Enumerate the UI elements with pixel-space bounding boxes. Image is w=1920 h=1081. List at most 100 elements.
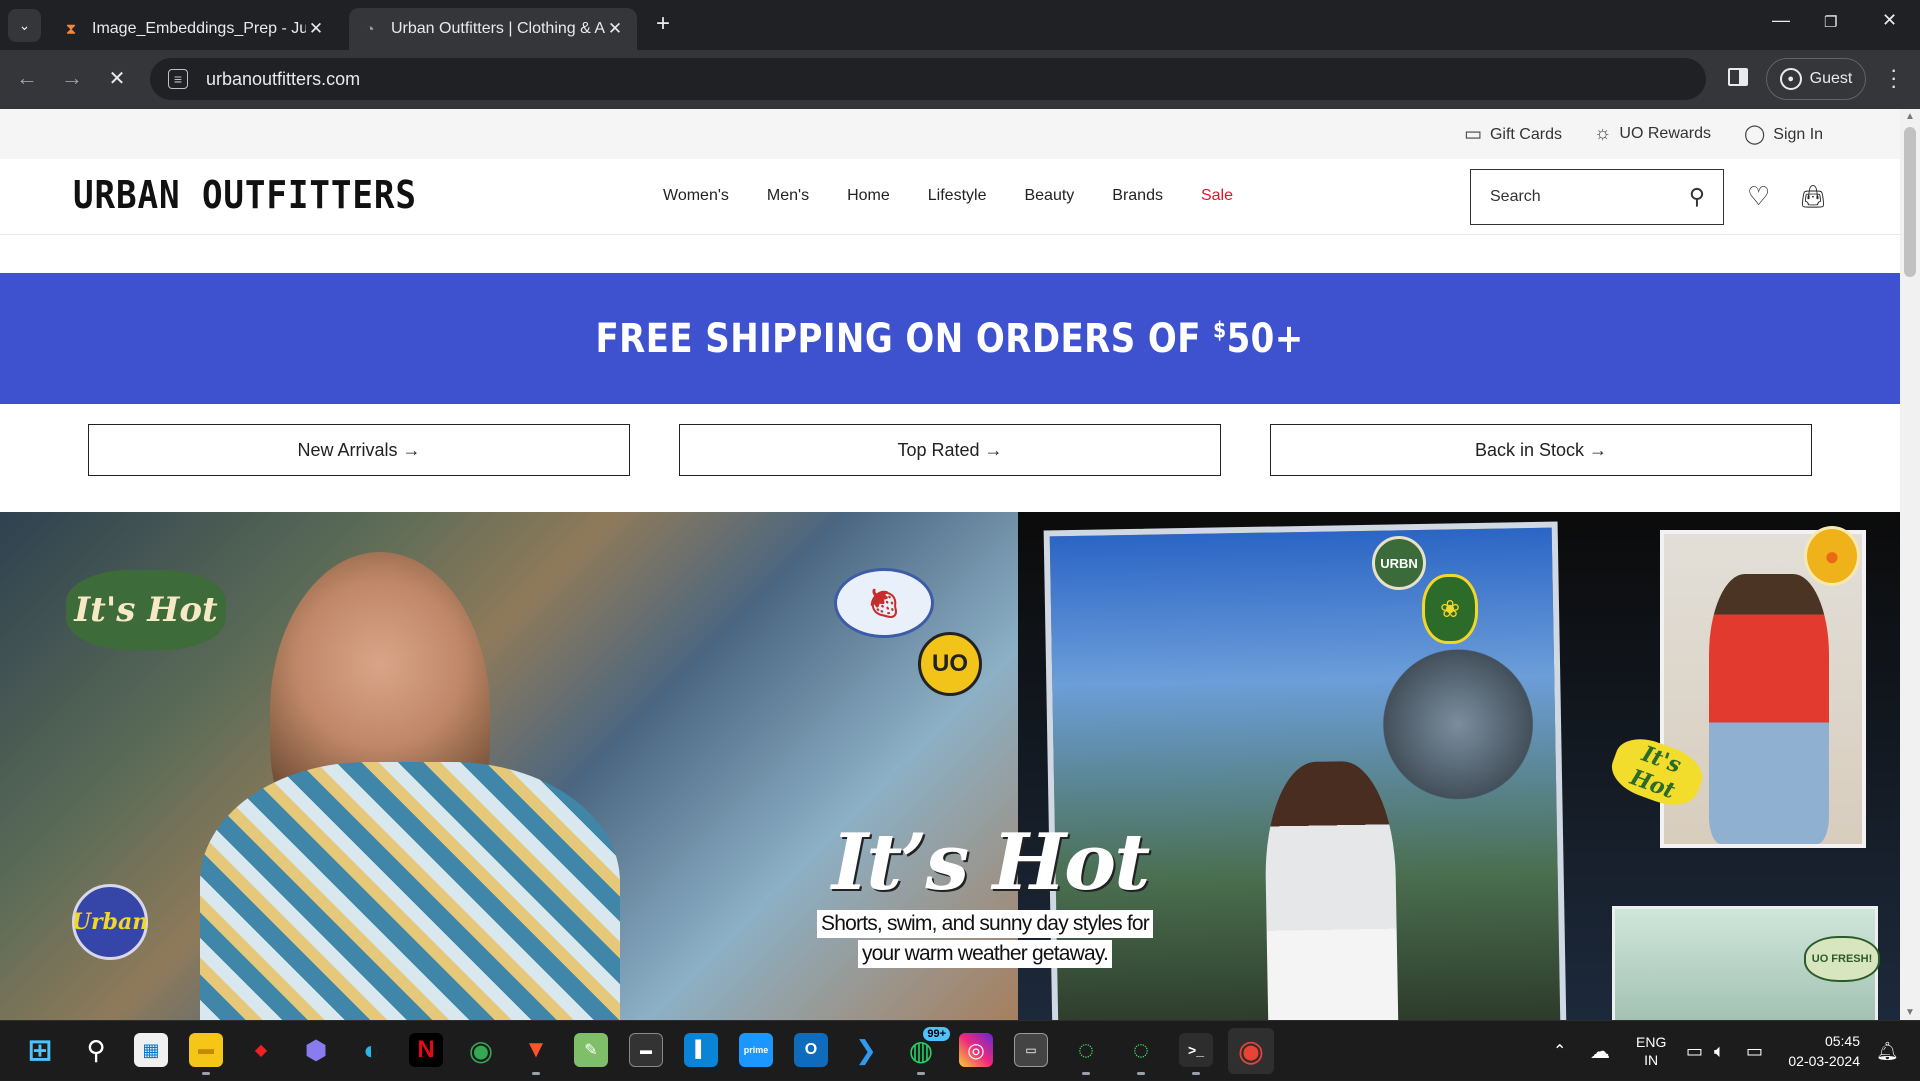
user-icon: ◯	[1744, 124, 1766, 145]
notification-bell-icon[interactable]: 🔔︎	[1876, 1021, 1899, 1081]
app-purple-icon[interactable]: ⬢	[299, 1033, 333, 1067]
scroll-up-icon[interactable]: ▲	[1905, 111, 1915, 122]
sun-icon: ☼	[1594, 123, 1612, 144]
terminal2-icon[interactable]: >_	[1179, 1033, 1213, 1075]
nav-men[interactable]: Men's	[767, 187, 809, 205]
urban-2024-sticker: Urban	[72, 884, 148, 960]
site-header: URBAN OUTFITTERS Women's Men's Home Life…	[0, 159, 1900, 235]
uo-rewards-link[interactable]: ☼ UO Rewards	[1594, 123, 1711, 145]
app-blue-icon[interactable]: ▌	[684, 1033, 718, 1067]
search-icon[interactable]: ⚲	[79, 1033, 113, 1067]
nav-beauty[interactable]: Beauty	[1024, 187, 1074, 205]
netflix-icon[interactable]: N	[409, 1033, 443, 1067]
clock-date: 02-03-2024	[1788, 1053, 1860, 1069]
windows-taskbar: ⊞ ⚲ ▦ ▬ ◆ ⬢ ◐ N ◉ ▼ ✎ ▬ ▌ prime O ❯ ◍ 99+…	[0, 1020, 1920, 1080]
chrome-active-icon[interactable]: ◉	[1228, 1028, 1274, 1074]
page-scrollbar[interactable]: ▲ ▼	[1900, 109, 1920, 1020]
back-icon[interactable]: ←	[12, 65, 42, 91]
nav-sale[interactable]: Sale	[1201, 187, 1233, 205]
patterned-shirt	[200, 762, 620, 1020]
search-icon[interactable]: ⚲	[1689, 184, 1705, 210]
onedrive-icon[interactable]: ☁	[1590, 1021, 1610, 1081]
app-red-icon[interactable]: ◆	[244, 1033, 278, 1067]
main-nav: Women's Men's Home Lifestyle Beauty Bran…	[663, 187, 1271, 205]
red-shirt-figure	[1709, 574, 1829, 844]
new-tab-button[interactable]: +	[650, 12, 676, 38]
hero-subtitle-line1: Shorts, swim, and sunny day styles for	[817, 910, 1153, 938]
side-panel-icon[interactable]	[1728, 68, 1748, 86]
store-icon[interactable]: ▦	[134, 1033, 168, 1067]
new-arrivals-button[interactable]: New Arrivals →	[88, 424, 630, 476]
app-green2-icon[interactable]: ◌	[1124, 1033, 1158, 1075]
scrollbar-thumb[interactable]	[1904, 127, 1916, 277]
sign-in-label: Sign In	[1773, 125, 1824, 143]
its-hot-sticker: It's Hot	[66, 570, 226, 650]
shopping-bag-icon[interactable]: 👜︎	[1799, 184, 1827, 210]
gift-cards-link[interactable]: ▭ Gift Cards	[1464, 123, 1562, 146]
nav-home[interactable]: Home	[847, 187, 890, 205]
virtualbox-icon[interactable]: ▭	[1014, 1033, 1048, 1067]
tab-jupyter[interactable]: ⧗ Image_Embeddings_Prep - Jupy ✕	[50, 8, 338, 50]
stop-loading-icon[interactable]: ✕	[102, 66, 132, 91]
promo-text: FREE SHIPPING ON ORDERS OF $50+	[596, 316, 1304, 362]
vscode-icon[interactable]: ❯	[849, 1033, 883, 1067]
brave-icon[interactable]: ▼	[519, 1033, 553, 1075]
menu-icon[interactable]: · · ·	[1890, 59, 1897, 97]
profile-icon: ●	[1779, 68, 1802, 90]
whatsapp-icon[interactable]: ◍ 99+	[904, 1027, 950, 1075]
nav-lifestyle[interactable]: Lifestyle	[928, 187, 987, 205]
battery-icon[interactable]: ▭	[1746, 1021, 1763, 1081]
restore-icon[interactable]: ❐	[1824, 13, 1837, 31]
language-indicator[interactable]: ENG IN	[1636, 1021, 1666, 1081]
window-close-icon[interactable]: ✕	[1882, 10, 1897, 31]
hourglass-icon: ⧗	[65, 20, 77, 38]
scroll-down-icon[interactable]: ▼	[1905, 1007, 1915, 1018]
notepad-icon[interactable]: ✎	[574, 1033, 608, 1067]
tab-title: Image_Embeddings_Prep - Jupy	[92, 20, 306, 37]
promo-currency: $	[1213, 318, 1228, 344]
utility-bar: ▭ Gift Cards ☼ UO Rewards ◯ Sign In	[0, 109, 1900, 159]
man-figure	[1263, 760, 1399, 1020]
site-logo[interactable]: URBAN OUTFITTERS	[73, 173, 417, 217]
close-icon[interactable]: ✕	[306, 19, 326, 39]
profile-button[interactable]: ● Guest	[1766, 58, 1866, 100]
search-input[interactable]: Search ⚲	[1470, 169, 1724, 225]
edge-icon[interactable]: ◐	[354, 1033, 388, 1067]
minimize-icon[interactable]: —	[1772, 10, 1790, 31]
fruit-sticker: ❀	[1422, 574, 1478, 644]
tab-search-button[interactable]: ⌄	[8, 9, 41, 42]
back-in-stock-button[interactable]: Back in Stock →	[1270, 424, 1812, 476]
outlook-icon[interactable]: O	[794, 1033, 828, 1067]
tray-overflow-icon[interactable]: ⌃	[1553, 1021, 1566, 1081]
windows-start-icon[interactable]: ⊞	[23, 1033, 57, 1067]
nav-brands[interactable]: Brands	[1112, 187, 1163, 205]
taskbar-clock[interactable]: 05:45 02-03-2024	[1780, 1031, 1860, 1071]
wishlist-heart-icon[interactable]: ♡	[1747, 181, 1770, 212]
whatsapp-badge: 99+	[923, 1027, 950, 1041]
sign-in-link[interactable]: ◯ Sign In	[1744, 123, 1823, 146]
uo-rewards-label: UO Rewards	[1619, 125, 1711, 142]
dragon-statue	[1381, 648, 1535, 801]
prime-video-icon[interactable]: prime	[739, 1033, 773, 1067]
site-info-icon[interactable]: ≡	[168, 69, 188, 89]
quick-links: New Arrivals → Top Rated → Back in Stock…	[0, 404, 1900, 521]
top-rated-button[interactable]: Top Rated →	[679, 424, 1221, 476]
volume-muted-icon[interactable]: 🔈︎	[1714, 1021, 1725, 1081]
file-explorer-icon[interactable]: ▬	[189, 1033, 223, 1075]
forward-icon[interactable]: →	[57, 65, 87, 91]
network-icon[interactable]: ▭	[1686, 1021, 1703, 1081]
orange-sticker: ●	[1804, 526, 1860, 586]
address-bar[interactable]: ≡ urbanoutfitters.com	[150, 58, 1706, 100]
free-shipping-banner[interactable]: FREE SHIPPING ON ORDERS OF $50+	[0, 273, 1900, 404]
app-green-icon[interactable]: ◌	[1069, 1033, 1103, 1075]
terminal-icon[interactable]: ▬	[629, 1033, 663, 1067]
gift-card-icon: ▭	[1464, 124, 1482, 145]
close-icon[interactable]: ✕	[605, 19, 625, 39]
tab-urban-outfitters[interactable]: ◔ Urban Outfitters | Clothing & Ap ✕	[349, 8, 637, 50]
nav-women[interactable]: Women's	[663, 187, 729, 205]
hero-banner[interactable]: It's Hot 🍓︎ UO URBN ❀ ● It's Hot Urban U…	[0, 512, 1900, 1020]
hero-subtitle: Shorts, swim, and sunny day styles for y…	[795, 909, 1175, 969]
instagram-icon[interactable]: ◎	[959, 1033, 993, 1067]
chrome-icon[interactable]: ◉	[464, 1033, 498, 1067]
browser-tab-bar: ⌄ ⧗ Image_Embeddings_Prep - Jupy ✕ ◔ Urb…	[0, 0, 1920, 50]
